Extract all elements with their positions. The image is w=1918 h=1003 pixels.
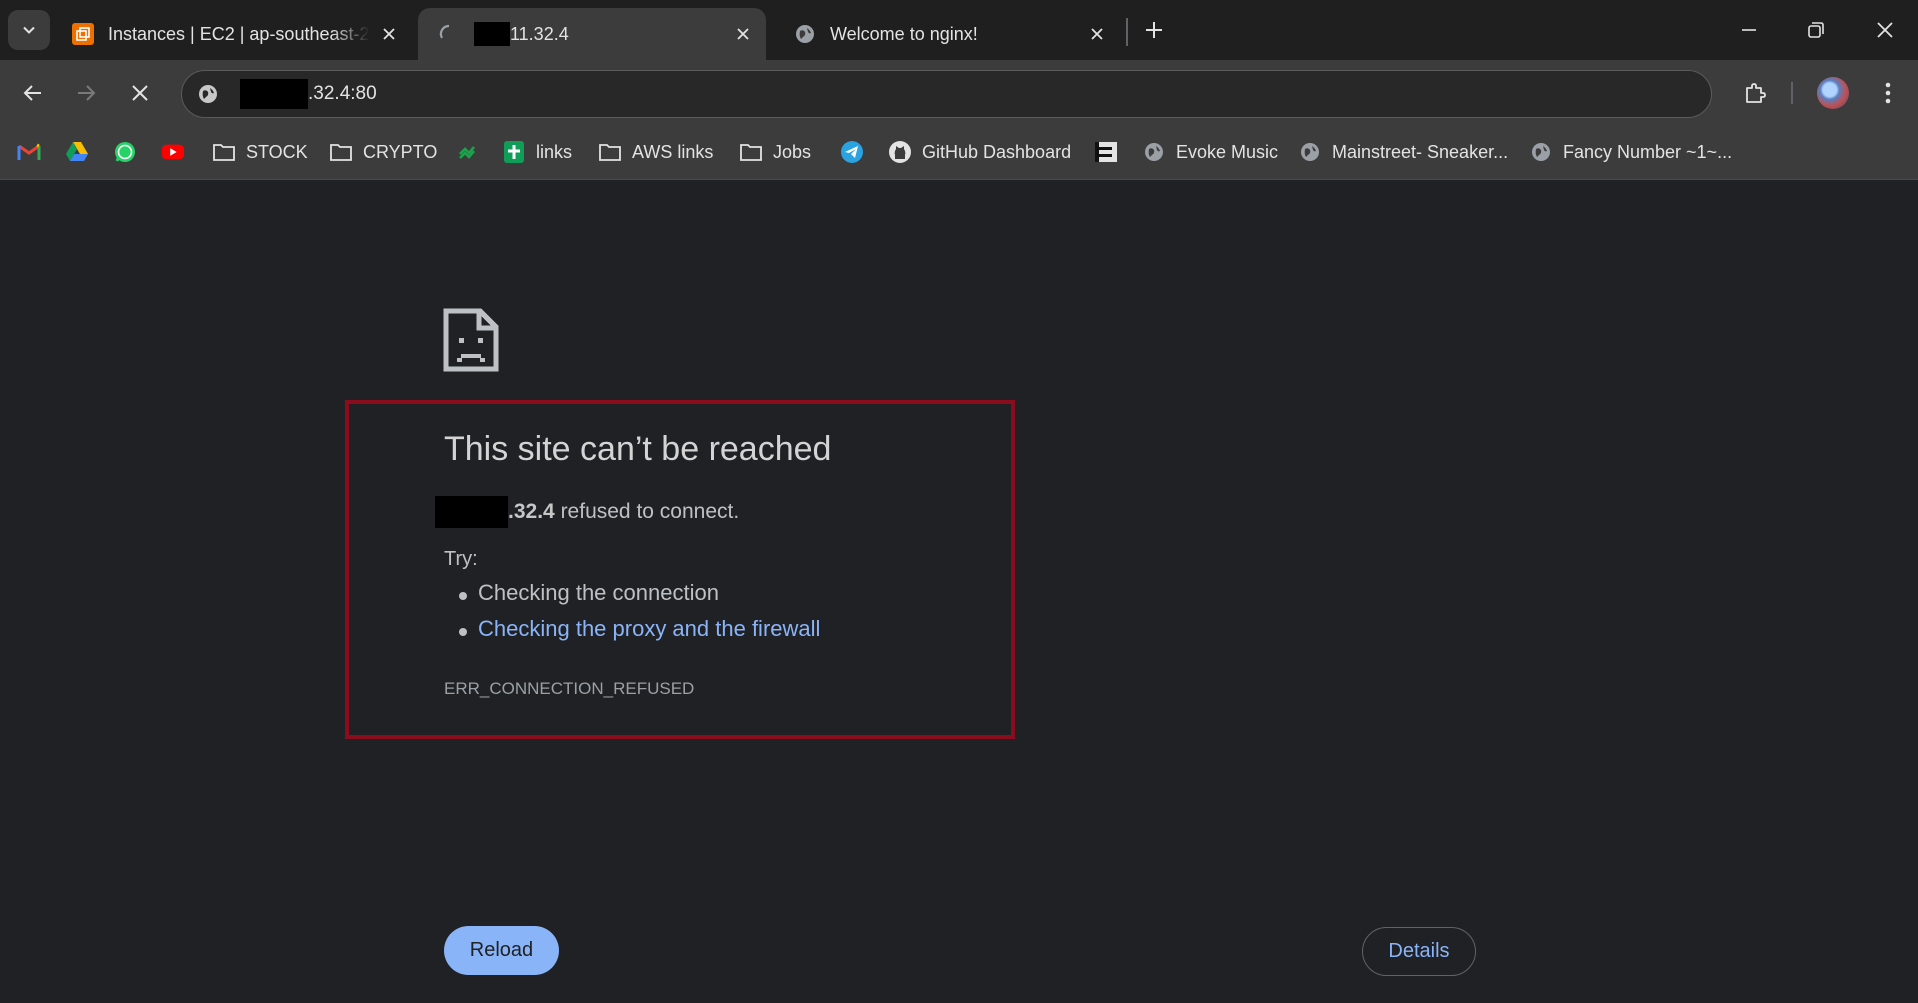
bookmark-label: STOCK: [246, 141, 308, 162]
google-sheets-icon: [502, 140, 526, 164]
toolbar-divider: [1791, 82, 1793, 104]
tab-search-button[interactable]: [8, 10, 50, 50]
close-icon[interactable]: [732, 23, 754, 45]
tab-nginx[interactable]: Welcome to nginx!: [774, 8, 1120, 60]
puzzle-icon: [1746, 83, 1766, 103]
redacted-block: [474, 22, 510, 46]
brand-e-icon: [1094, 140, 1118, 164]
toolbar: .32.4:80: [0, 60, 1918, 126]
close-icon: [132, 85, 148, 101]
tab-active[interactable]: 11.32.4: [418, 8, 766, 60]
folder-icon: [598, 140, 622, 164]
bookmark-label: Fancy Number ~1~...: [1563, 141, 1733, 162]
bookmark-label: links: [536, 141, 573, 162]
site-info-icon[interactable]: [196, 82, 220, 106]
bookmark-telegram[interactable]: [840, 138, 864, 166]
bookmark-brand-e[interactable]: [1094, 138, 1118, 166]
close-icon: [1877, 22, 1893, 38]
close-icon[interactable]: [378, 23, 400, 45]
address-bar[interactable]: .32.4:80: [181, 70, 1712, 118]
bookmark-whatsapp[interactable]: [113, 138, 137, 166]
bookmark-label: Jobs: [773, 141, 812, 162]
whatsapp-icon: [113, 140, 137, 164]
bookmark-mainstreet-sneaker[interactable]: Mainstreet- Sneaker...: [1298, 138, 1508, 166]
bookmark-links[interactable]: links: [502, 138, 572, 166]
tab-separator: [1126, 18, 1128, 46]
back-button[interactable]: [13, 73, 53, 113]
bookmark-folder-stock[interactable]: STOCK: [212, 138, 308, 166]
bookmark-crypto-site[interactable]: [455, 138, 479, 166]
bookmark-fancy-number[interactable]: Fancy Number ~1~...: [1529, 138, 1732, 166]
error-host: .32.4: [508, 500, 555, 523]
arrow-left-icon: [23, 85, 41, 101]
globe-icon: [1298, 140, 1322, 164]
extensions-button[interactable]: [1735, 73, 1775, 113]
restore-icon: [1808, 22, 1824, 38]
more-vertical-icon: [1885, 82, 1891, 104]
suggestion-check-connection: Checking the connection: [459, 580, 719, 605]
profile-avatar[interactable]: [1817, 77, 1849, 109]
error-code: ERR_CONNECTION_REFUSED: [444, 679, 695, 698]
bookmark-folder-jobs[interactable]: Jobs: [739, 138, 811, 166]
bookmark-label: AWS links: [632, 141, 714, 162]
minimize-button[interactable]: [1726, 10, 1772, 50]
aws-ec2-icon: [72, 23, 94, 45]
tab-title: 11.32.4: [510, 23, 569, 44]
browser-menu-button[interactable]: [1870, 73, 1906, 113]
error-message: .32.4 refused to connect.: [435, 496, 739, 528]
folder-icon: [329, 140, 353, 164]
bookmark-evoke-music[interactable]: Evoke Music: [1142, 138, 1278, 166]
tab-title: Instances | EC2 | ap-southeast-2: [108, 23, 370, 44]
suggestion-proxy-firewall-link[interactable]: Checking the proxy and the firewall: [458, 616, 820, 642]
sad-document-icon: [443, 308, 499, 372]
restore-button[interactable]: [1793, 10, 1839, 50]
arrow-right-icon: [78, 85, 96, 101]
forward-button[interactable]: [66, 73, 106, 113]
close-window-button[interactable]: [1862, 10, 1908, 50]
google-drive-icon: [65, 140, 89, 164]
address-text: .32.4:80: [308, 83, 377, 104]
new-tab-button[interactable]: [1138, 14, 1170, 46]
tab-strip: Instances | EC2 | ap-southeast-2 11.32.4…: [0, 0, 1918, 60]
bookmarks-bar: STOCK CRYPTO links AWS links Jobs GitHub…: [0, 126, 1918, 180]
folder-icon: [212, 140, 236, 164]
bookmark-label: Evoke Music: [1176, 141, 1279, 162]
crypto-site-icon: [455, 140, 479, 164]
bookmark-folder-aws-links[interactable]: AWS links: [598, 138, 713, 166]
details-button[interactable]: Details: [1362, 927, 1476, 976]
bookmark-label: Mainstreet- Sneaker...: [1332, 141, 1509, 162]
github-icon: [888, 140, 912, 164]
bookmark-google-drive[interactable]: [65, 138, 89, 166]
globe-icon: [794, 23, 816, 45]
globe-icon: [1142, 140, 1166, 164]
bookmark-folder-crypto[interactable]: CRYPTO: [329, 138, 437, 166]
redacted-block: [435, 496, 508, 528]
redacted-block: [240, 79, 308, 109]
tab-ec2-instances[interactable]: Instances | EC2 | ap-southeast-2: [52, 8, 412, 60]
try-label: Try:: [444, 548, 478, 570]
stop-loading-button[interactable]: [120, 73, 160, 113]
chevron-down-icon: [23, 26, 35, 34]
youtube-icon: [161, 140, 185, 164]
bookmark-label: GitHub Dashboard: [922, 141, 1072, 162]
reload-button[interactable]: Reload: [444, 926, 559, 975]
bookmark-label: CRYPTO: [363, 141, 438, 162]
globe-icon: [1529, 140, 1553, 164]
minimize-icon: [1742, 29, 1756, 31]
tab-title: Welcome to nginx!: [830, 23, 978, 44]
telegram-icon: [840, 140, 864, 164]
bookmark-gmail[interactable]: [17, 138, 41, 166]
folder-icon: [739, 140, 763, 164]
error-detail: refused to connect.: [560, 500, 740, 523]
bookmark-youtube[interactable]: [161, 138, 185, 166]
plus-icon: [1146, 22, 1162, 38]
close-icon[interactable]: [1086, 23, 1108, 45]
gmail-icon: [17, 140, 41, 164]
loading-spinner-icon: [438, 23, 460, 45]
bookmark-github-dashboard[interactable]: GitHub Dashboard: [888, 138, 1071, 166]
error-title: This site can’t be reached: [444, 430, 832, 468]
